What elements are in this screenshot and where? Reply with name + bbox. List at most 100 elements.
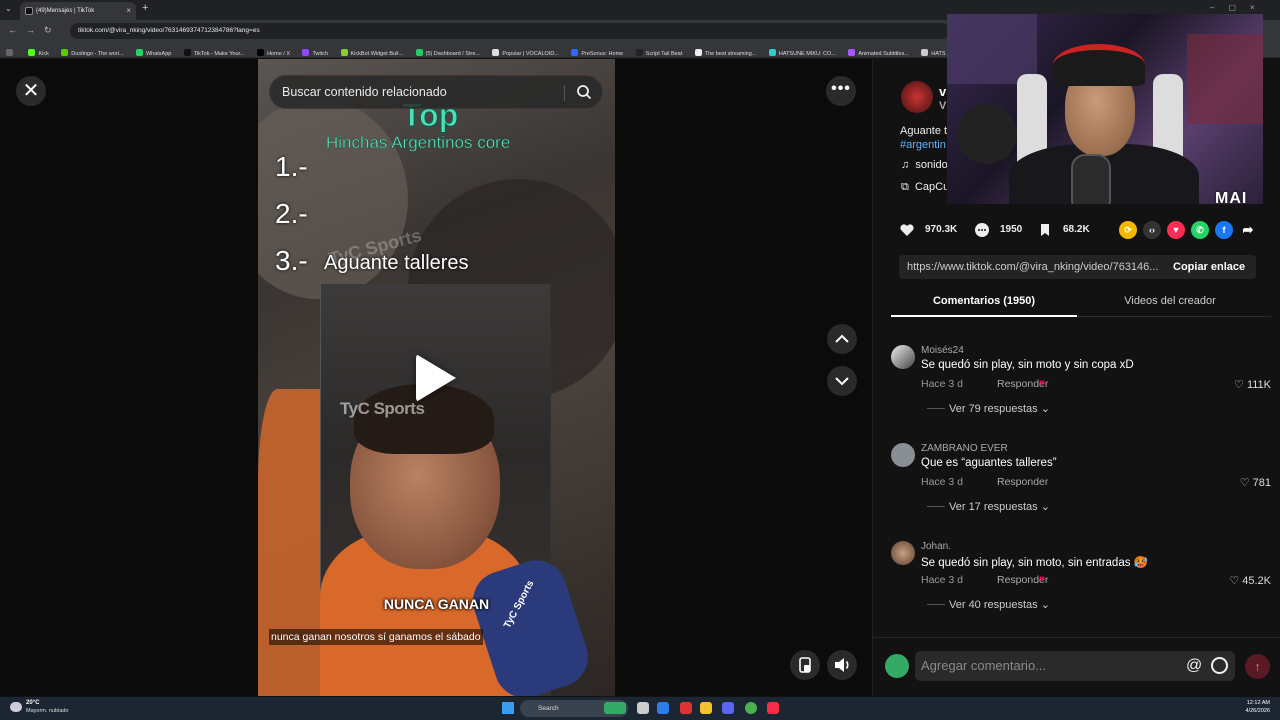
tab-comments[interactable]: Comentarios (1950) xyxy=(891,285,1077,317)
clock-date[interactable]: 4/26/2026 xyxy=(1246,708,1270,714)
bookmark[interactable]: HATS xyxy=(921,46,946,57)
send-to-friends-icon[interactable]: ▼ xyxy=(1167,221,1185,239)
bookmark[interactable]: Home / X xyxy=(257,46,290,57)
close-tab-icon[interactable]: × xyxy=(126,2,131,20)
floating-player-button[interactable] xyxy=(790,650,820,680)
bookmark[interactable]: (5) Dashboard / Stre... xyxy=(415,46,480,57)
capcut-icon: ⧉ xyxy=(901,181,915,193)
bookmark[interactable]: HATSUNE MIKU: CO... xyxy=(768,46,836,57)
commenter-avatar[interactable] xyxy=(891,345,915,369)
weather-temp[interactable]: 20°C xyxy=(26,700,39,706)
address-bar[interactable]: tiktok.com/@vira_nking/video/76314693747… xyxy=(70,23,950,39)
bookmark[interactable]: Animated Subtitles... xyxy=(848,46,909,57)
repost-icon[interactable]: ⟳ xyxy=(1119,221,1137,239)
bookmark[interactable]: Kick xyxy=(28,46,49,57)
hashtag-link[interactable]: #argentin • xyxy=(900,139,953,151)
video-player[interactable]: TyC Sports TyC Sports TyC Sports Top Hin… xyxy=(258,59,615,696)
next-video-button[interactable] xyxy=(827,366,857,396)
apps-icon[interactable] xyxy=(6,46,16,57)
copy-link-button[interactable]: Copiar enlace xyxy=(1173,255,1245,279)
mention-icon[interactable]: @ xyxy=(1186,651,1202,681)
comment-item: Johan. Se quedó sin play, sin moto, sin … xyxy=(891,541,1271,631)
comment-like-count: 45.2K xyxy=(1242,575,1271,587)
cloud-icon[interactable] xyxy=(10,702,22,712)
bookmark[interactable]: WhatsApp xyxy=(135,46,171,57)
comment-input[interactable]: Agregar comentario... @ xyxy=(915,651,1235,681)
task-view-icon[interactable] xyxy=(637,702,649,714)
commenter-avatar[interactable] xyxy=(891,541,915,565)
emoji-icon[interactable] xyxy=(1211,657,1228,674)
bookmark[interactable]: Popular | VOCALOID... xyxy=(492,46,559,57)
music-app-icon[interactable] xyxy=(767,702,779,714)
comment-count: 1950 xyxy=(1000,224,1023,235)
window-controls[interactable]: –▢× xyxy=(1210,3,1269,12)
back-icon[interactable]: ← xyxy=(8,25,17,35)
previous-video-button[interactable] xyxy=(827,324,857,354)
bookmark[interactable]: Twitch xyxy=(302,46,328,57)
bookmark-icon xyxy=(1041,224,1049,236)
commenter-name[interactable]: Moisés24 xyxy=(921,345,964,356)
comment-composer: Agregar comentario... @ ↑ xyxy=(873,637,1280,696)
author-avatar[interactable] xyxy=(901,81,933,113)
bookmark[interactable]: The best streaming... xyxy=(694,46,756,57)
picture-in-picture-icon xyxy=(799,657,811,673)
more-options-button[interactable]: ••• xyxy=(826,76,856,106)
address-url: tiktok.com/@vira_nking/video/76314693747… xyxy=(78,27,260,34)
reply-button[interactable]: Responder xyxy=(997,476,1048,488)
file-explorer-icon[interactable] xyxy=(700,702,712,714)
video-subtitle: nunca ganan nosotros sí ganamos el sábad… xyxy=(269,629,483,645)
comment-time: Hace 3 d xyxy=(921,378,964,390)
comment-like-button[interactable]: ♡ 781 xyxy=(1240,476,1271,489)
bookmark[interactable]: TikTok - Make Your... xyxy=(183,46,245,57)
view-replies-button[interactable]: Ver 79 respuestas ⌄ xyxy=(949,402,1050,415)
bookmark[interactable]: PreSonus: Home xyxy=(571,46,623,57)
commenter-name[interactable]: Johan. xyxy=(921,541,951,552)
edge-icon[interactable] xyxy=(657,702,669,714)
chevron-down-icon: ⌄ xyxy=(1037,403,1050,415)
search-highlight-icon[interactable] xyxy=(604,702,626,714)
bookmark[interactable]: Script Tail Beat xyxy=(635,46,682,57)
effect-link[interactable]: ⧉ CapCu xyxy=(901,181,949,194)
view-replies-button[interactable]: Ver 40 respuestas ⌄ xyxy=(949,598,1050,611)
bookmark[interactable]: KickBot Widget Buil... xyxy=(340,46,403,57)
windows-start-icon[interactable] xyxy=(502,702,514,714)
comment-like-button[interactable]: ♡ 111K xyxy=(1234,378,1271,391)
reload-icon[interactable]: ↻ xyxy=(44,25,52,36)
tab-list-icon[interactable]: ⌄ xyxy=(5,4,12,13)
volume-button[interactable] xyxy=(827,650,857,680)
clock-time[interactable]: 12:12 AM xyxy=(1247,700,1270,706)
discord-icon[interactable] xyxy=(722,702,734,714)
facebook-icon[interactable]: f xyxy=(1215,221,1233,239)
comment-item: ZAMBRANO EVER Que es “aguantes talleres”… xyxy=(891,443,1271,533)
video-background xyxy=(258,389,323,696)
comment-like-button[interactable]: ♡ 45.2K xyxy=(1229,574,1271,587)
engagement-bar: 970.3K 1950 68.2K ⟳ ‹› ▼ ✆ f ➦ xyxy=(899,219,1279,241)
embed-icon[interactable]: ‹› xyxy=(1143,221,1161,239)
bookmark[interactable]: Duolingo - The worl... xyxy=(61,46,123,57)
divider xyxy=(564,85,565,101)
post-comment-button[interactable]: ↑ xyxy=(1245,654,1270,679)
music-link[interactable]: ♫ sonido xyxy=(901,159,948,171)
chrome-icon[interactable] xyxy=(745,702,757,714)
whatsapp-icon[interactable]: ✆ xyxy=(1191,221,1209,239)
close-button[interactable]: ✕ xyxy=(16,76,46,106)
search-input[interactable]: Buscar contenido relacionado xyxy=(269,75,603,109)
new-tab-icon[interactable]: + xyxy=(142,2,148,14)
commenter-avatar[interactable] xyxy=(891,443,915,467)
app-icon[interactable] xyxy=(680,702,692,714)
play-icon[interactable] xyxy=(416,354,456,402)
search-icon[interactable] xyxy=(576,84,592,100)
commenter-name[interactable]: ZAMBRANO EVER xyxy=(921,443,1008,454)
video-link[interactable]: https://www.tiktok.com/@vira_nking/video… xyxy=(907,255,1169,279)
music-title: sonido xyxy=(915,159,948,171)
view-replies-button[interactable]: Ver 17 respuestas ⌄ xyxy=(949,500,1050,513)
view-replies-label: Ver 40 respuestas xyxy=(949,599,1038,611)
share-arrow-icon[interactable]: ➦ xyxy=(1239,221,1257,239)
like-count: 970.3K xyxy=(925,224,958,235)
tab-creator-videos[interactable]: Videos del creador xyxy=(1077,285,1263,317)
forward-icon[interactable]: → xyxy=(26,25,35,35)
webcam-overlay: MAI xyxy=(947,14,1263,204)
webcam-microphone xyxy=(1071,154,1111,204)
browser-tab[interactable]: (49)Mensajes | TikTok × xyxy=(20,2,136,20)
creator-liked-icon: ♥ xyxy=(1039,574,1045,585)
